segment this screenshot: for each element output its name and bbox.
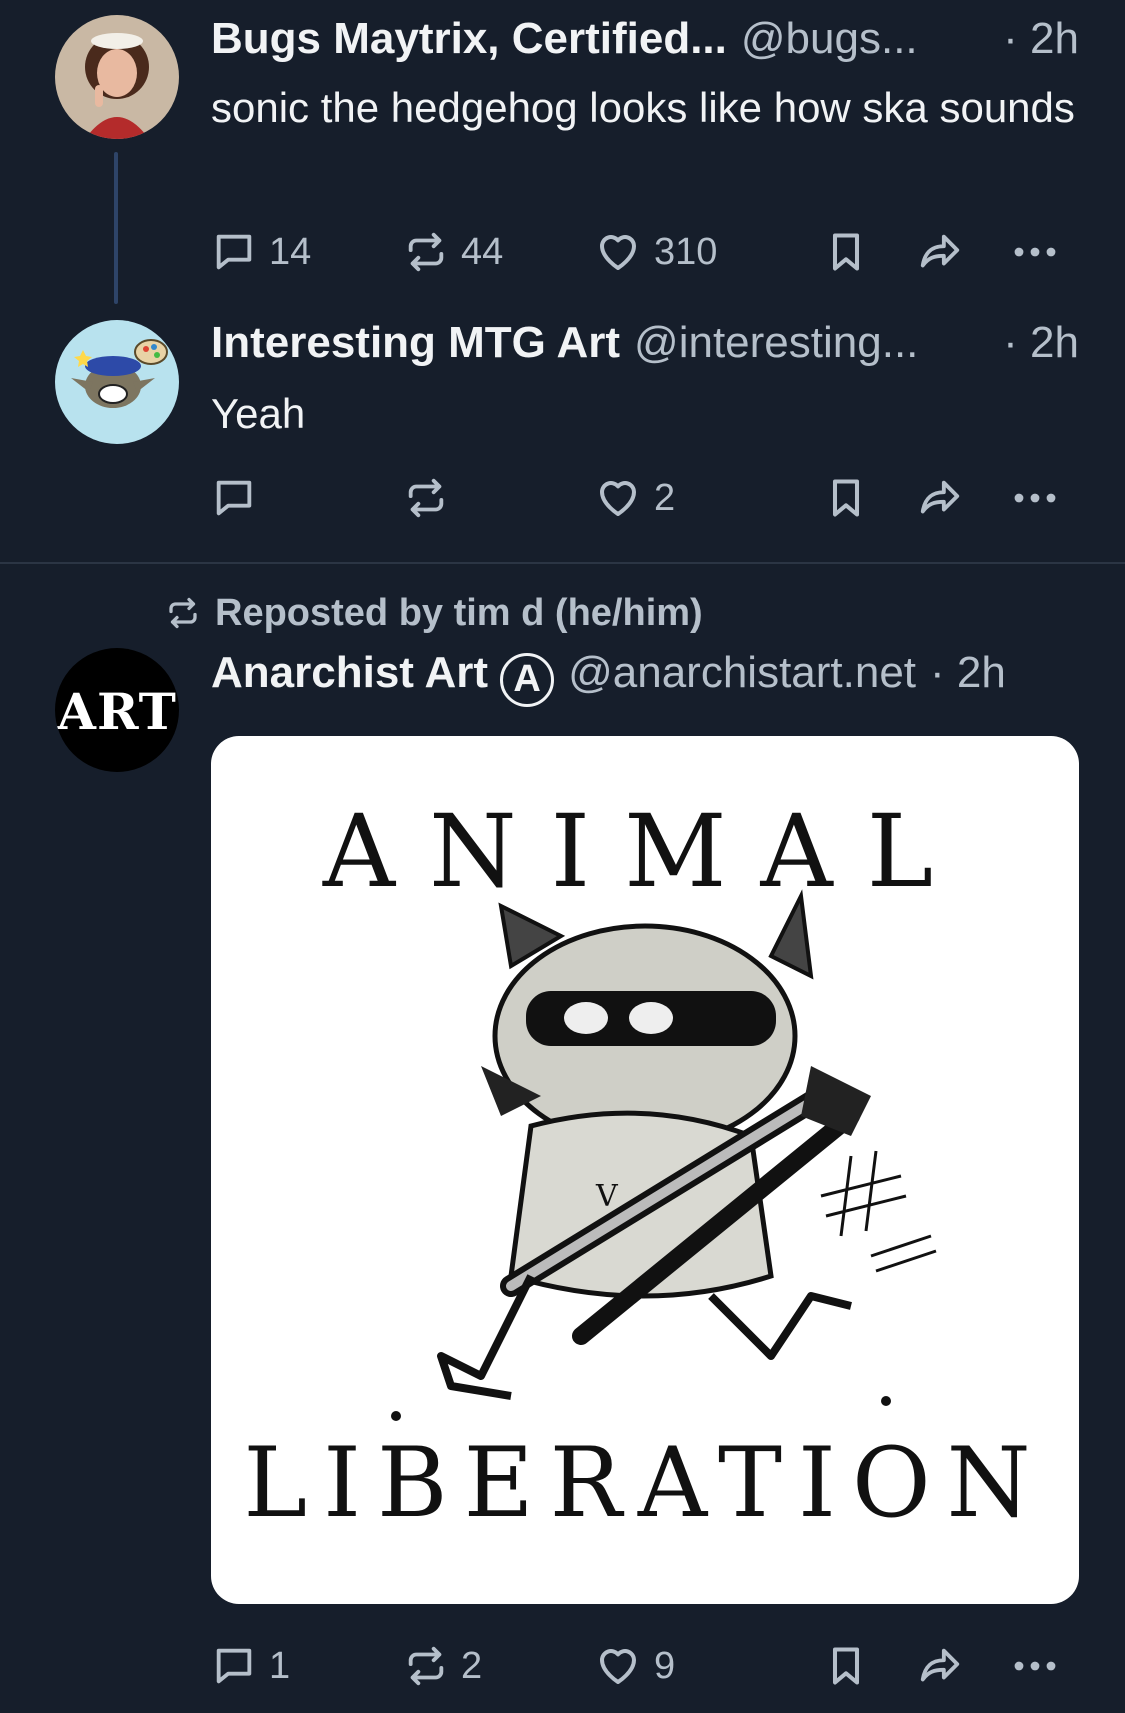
post-bugs-maytrix[interactable]: Bugs Maytrix, Certified... @bugs... · 2h… (0, 0, 1125, 304)
post-actions: 14 44 310 (211, 222, 1071, 282)
bookmark-icon (832, 479, 860, 517)
animal-liberation-illustration: ANIMAL V LIBERATION (243, 793, 1046, 1539)
share-arrow-icon (920, 480, 960, 514)
reply-button[interactable]: 1 (211, 1636, 290, 1696)
author-name[interactable]: Anarchist Art (211, 648, 488, 698)
post-header: Interesting MTG Art @interesting... · 2h (211, 318, 1079, 368)
repost-count: 44 (461, 230, 504, 273)
share-arrow-icon (920, 1648, 960, 1682)
anarchy-badge: A (500, 652, 555, 707)
post-image[interactable]: ANIMAL V LIBERATION (211, 736, 1079, 1604)
repost-label: Reposted by tim d (he/him) (215, 591, 703, 634)
like-count: 310 (654, 230, 718, 273)
repost-arrows-icon (408, 1646, 444, 1686)
post-header: Anarchist Art A @anarchistart.net · 2h (211, 648, 1006, 707)
repost-button[interactable]: 2 (403, 1636, 482, 1696)
post-text: Yeah (211, 390, 306, 437)
thread-line (114, 152, 118, 304)
avatar-text: ART (57, 682, 177, 741)
more-options-button[interactable] (1011, 1636, 1059, 1696)
illustration-bottom-text: LIBERATION (243, 1427, 1046, 1539)
post-time[interactable]: · 2h (1003, 14, 1079, 64)
ellipsis-icon (1014, 1661, 1056, 1671)
more-options-button[interactable] (1011, 222, 1059, 282)
avatar-bugs-maytrix[interactable] (55, 15, 179, 139)
heart-outline-icon (600, 235, 636, 270)
speech-bubble-icon (216, 234, 252, 270)
post-actions: 1 2 9 (211, 1636, 1071, 1696)
share-button[interactable] (914, 468, 966, 528)
repost-indicator[interactable]: Reposted by tim d (he/him) (165, 588, 703, 638)
like-count: 9 (654, 1644, 676, 1687)
repost-arrows-icon (408, 232, 444, 272)
post-actions: 2 (211, 468, 1071, 528)
illustration-top-text: ANIMAL (322, 793, 967, 910)
like-button[interactable]: 2 (594, 468, 675, 528)
author-name[interactable]: Interesting MTG Art (211, 318, 620, 368)
feed-divider (0, 562, 1125, 564)
goblin-painter-avatar-icon (55, 320, 179, 444)
repost-arrows-icon (408, 478, 444, 518)
like-button[interactable]: 310 (594, 222, 717, 282)
bookmark-button[interactable] (824, 222, 868, 282)
author-handle[interactable]: @interesting... (634, 318, 918, 368)
bookmark-icon (832, 233, 860, 271)
reply-count: 14 (269, 230, 312, 273)
reply-button[interactable]: 14 (211, 222, 311, 282)
repost-count: 2 (461, 1644, 483, 1687)
heart-outline-icon (600, 481, 636, 516)
ellipsis-icon (1014, 493, 1056, 503)
repost-button[interactable] (403, 468, 461, 528)
bookmark-button[interactable] (824, 1636, 868, 1696)
avatar-photo-icon (55, 15, 179, 139)
bookmark-button[interactable] (824, 468, 868, 528)
post-time[interactable]: · 2h (930, 648, 1006, 698)
illustration-shirt-letter: V (595, 1179, 619, 1214)
heart-outline-icon (600, 1649, 636, 1684)
avatar-interesting-mtg-art[interactable] (55, 320, 179, 444)
ellipsis-icon (1014, 247, 1056, 257)
author-handle[interactable]: @bugs... (741, 14, 918, 64)
post-interesting-mtg-art[interactable]: Interesting MTG Art @interesting... · 2h… (0, 300, 1125, 562)
reply-button[interactable] (211, 468, 269, 528)
share-arrow-icon (920, 234, 960, 268)
post-text: sonic the hedgehog looks like how ska so… (211, 84, 1075, 131)
post-time[interactable]: · 2h (1003, 318, 1079, 368)
speech-bubble-icon (216, 1648, 252, 1684)
share-button[interactable] (914, 1636, 966, 1696)
repost-button[interactable]: 44 (403, 222, 503, 282)
like-count: 2 (654, 476, 676, 519)
avatar-anarchist-art[interactable]: ART (55, 648, 179, 772)
speech-bubble-icon (216, 480, 252, 516)
post-header: Bugs Maytrix, Certified... @bugs... · 2h (211, 14, 1079, 64)
share-button[interactable] (914, 222, 966, 282)
author-name[interactable]: Bugs Maytrix, Certified... (211, 14, 727, 64)
author-handle[interactable]: @anarchistart.net (568, 648, 916, 698)
more-options-button[interactable] (1011, 468, 1059, 528)
reply-count: 1 (269, 1644, 291, 1687)
repost-arrows-icon (169, 597, 197, 629)
like-button[interactable]: 9 (594, 1636, 675, 1696)
bookmark-icon (832, 1647, 860, 1685)
